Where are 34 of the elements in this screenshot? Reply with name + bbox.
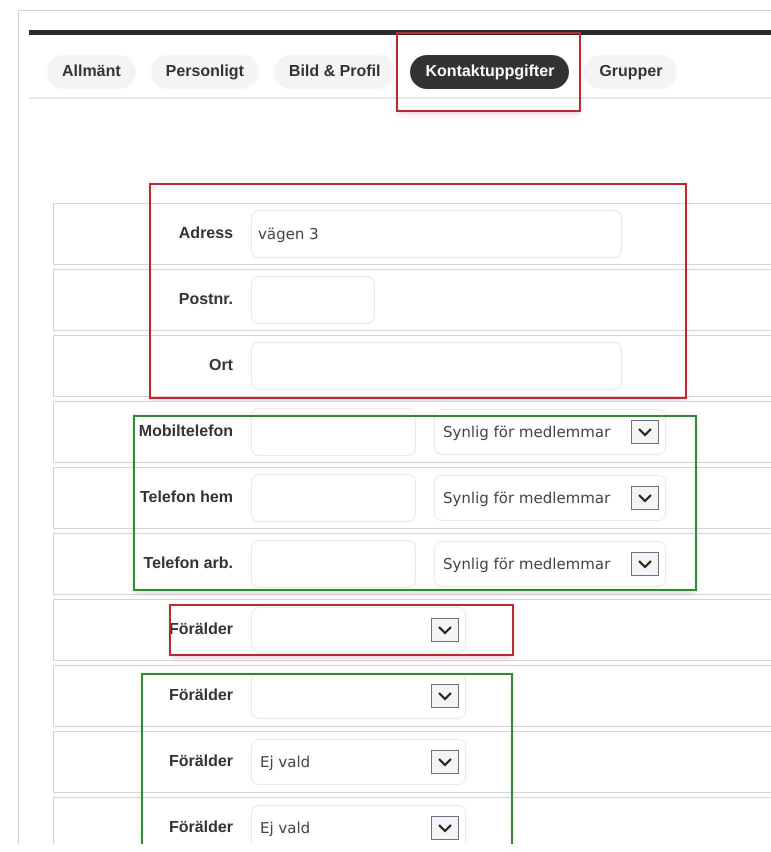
dropdown[interactable]: Synlig för medlemmar xyxy=(434,409,666,455)
tab[interactable]: Bild & Profil xyxy=(274,54,396,88)
dropdown[interactable] xyxy=(251,673,466,719)
tab[interactable]: Personligt xyxy=(150,54,259,88)
dropdown-icon[interactable] xyxy=(431,618,459,642)
dropdown-icon[interactable] xyxy=(631,420,659,444)
field-label: Ort xyxy=(208,356,233,376)
dropdown[interactable]: Ej vald xyxy=(251,739,466,785)
dropdown-icon[interactable] xyxy=(631,486,659,510)
input-field[interactable] xyxy=(251,540,416,588)
dropdown[interactable]: Synlig för medlemmar xyxy=(434,475,666,521)
field-label: Förälder xyxy=(168,686,233,706)
input-field[interactable] xyxy=(251,408,416,456)
field-label: Postnr. xyxy=(178,290,233,310)
field-label: Förälder xyxy=(168,818,233,838)
field-label: Förälder xyxy=(168,620,233,640)
field-label: Förälder xyxy=(168,752,233,772)
input-field[interactable] xyxy=(251,342,622,390)
dropdown-icon[interactable] xyxy=(631,552,659,576)
input-field[interactable] xyxy=(251,474,416,522)
tab[interactable]: Kontaktuppgifter xyxy=(410,54,570,88)
tab[interactable]: Grupper xyxy=(584,54,678,88)
dropdown-icon[interactable] xyxy=(431,684,459,708)
input-field[interactable]: vägen 3 xyxy=(251,210,622,258)
dropdown-icon[interactable] xyxy=(431,750,459,774)
field-label: Adress xyxy=(178,224,233,244)
dropdown[interactable]: Synlig för medlemmar xyxy=(434,541,666,587)
field-label: Telefon arb. xyxy=(142,554,233,574)
dropdown[interactable]: Ej vald xyxy=(251,805,466,844)
input-field[interactable] xyxy=(251,276,375,324)
dropdown-icon[interactable] xyxy=(431,816,459,840)
field-label: Mobiltelefon xyxy=(138,422,233,442)
field-label: Telefon hem xyxy=(138,488,233,508)
tab[interactable]: Allmänt xyxy=(47,54,136,88)
